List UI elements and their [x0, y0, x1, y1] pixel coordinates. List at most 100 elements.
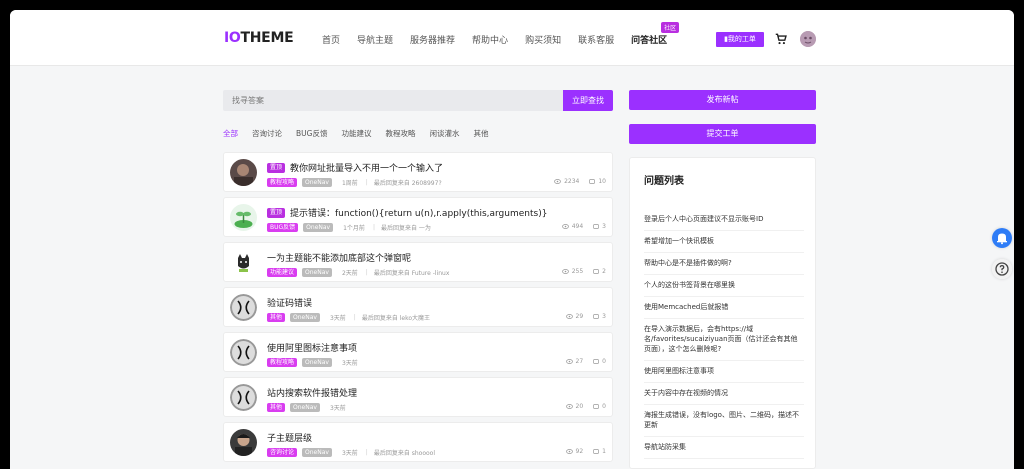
help-float-button[interactable] — [992, 259, 1012, 279]
avatar — [230, 159, 257, 186]
avatar — [230, 429, 257, 456]
post-card[interactable]: 置顶 教你网址批量导入不用一个一个输入了 教程攻略 OneNav 1周前 | 最… — [223, 152, 613, 192]
my-tickets-label: 我的工单 — [727, 35, 756, 43]
logo-io-text: IO — [224, 30, 241, 46]
meta-divider: | — [372, 224, 375, 231]
question-link[interactable]: 导航站防采集 — [644, 437, 804, 459]
eye-icon — [554, 179, 561, 184]
platform-tag[interactable]: OneNav — [290, 313, 320, 322]
platform-tag[interactable]: OneNav — [290, 403, 320, 412]
post-title[interactable]: 站内搜索软件报错处理 — [267, 386, 357, 399]
nav-item-help[interactable]: 帮助中心 — [472, 33, 508, 46]
eye-icon — [565, 359, 573, 364]
last-reply: 最后回复来自 Future -linux — [373, 270, 450, 277]
post-time: 3天前 — [341, 360, 358, 367]
platform-tag[interactable]: OneNav — [302, 448, 332, 457]
post-list: 置顶 教你网址批量导入不用一个一个输入了 教程攻略 OneNav 1周前 | 最… — [223, 152, 613, 467]
platform-tag[interactable]: OneNav — [302, 178, 332, 187]
tab-other[interactable]: 其他 — [473, 128, 488, 139]
post-title[interactable]: 教你网址批量导入不用一个一个输入了 — [290, 161, 443, 174]
post-title[interactable]: 子主题层级 — [267, 431, 312, 444]
site-logo[interactable]: IOTHEME — [224, 30, 294, 46]
post-title[interactable]: 一为主题能不能添加底部这个弹窗呢 — [267, 251, 411, 264]
platform-tag[interactable]: OneNav — [302, 358, 332, 367]
avatar — [230, 339, 257, 366]
cart-icon[interactable] — [774, 32, 788, 46]
tab-tutorial[interactable]: 教程攻略 — [385, 128, 415, 139]
search-input[interactable] — [223, 90, 563, 111]
site-header: IOTHEME 首页 导航主题 服务器推荐 帮助中心 购买须知 联系客服 问答社… — [10, 10, 1014, 66]
eye-icon — [561, 269, 569, 274]
post-title[interactable]: 提示错误：function(){return u(n),r.apply(this… — [290, 206, 547, 219]
tab-all[interactable]: 全部 — [223, 128, 238, 139]
nav-item-servers[interactable]: 服务器推荐 — [410, 33, 455, 46]
post-card[interactable]: 验证码错误 其他 OneNav 3天前 | 最后回复来自 leko大魔王 29 … — [223, 287, 613, 327]
last-reply: 最后回复来自 2608997? — [373, 180, 442, 187]
comment-icon — [593, 448, 600, 454]
nav-item-purchase[interactable]: 购买须知 — [525, 33, 561, 46]
nav-item-nav-theme[interactable]: 导航主题 — [357, 33, 393, 46]
post-time: 1个月前 — [343, 225, 365, 232]
meta-divider: | — [365, 179, 368, 186]
question-link[interactable]: 关于内容中存在视频的情况 — [644, 383, 804, 405]
post-card[interactable]: 一为主题能不能添加底部这个弹窗呢 功能建议 OneNav 2天前 | 最后回复来… — [223, 242, 613, 282]
nav-item-community[interactable]: 问答社区 社区 — [631, 22, 680, 46]
tab-discussion[interactable]: 咨询讨论 — [252, 128, 282, 139]
post-title[interactable]: 使用阿里图标注意事项 — [267, 341, 357, 354]
avatar — [230, 294, 257, 321]
main-nav: 首页 导航主题 服务器推荐 帮助中心 购买须知 联系客服 问答社区 社区 — [322, 22, 684, 46]
question-list-panel: 问题列表 登录后个人中心页面建议不显示账号ID 希望增加一个快讯模板 帮助中心是… — [629, 157, 816, 469]
post-title[interactable]: 验证码错误 — [267, 296, 312, 309]
post-time: 3天前 — [341, 450, 358, 457]
platform-tag[interactable]: OneNav — [302, 268, 332, 277]
category-tag[interactable]: 教程攻略 — [267, 178, 298, 187]
nav-item-support[interactable]: 联系客服 — [578, 33, 614, 46]
meta-divider: | — [365, 449, 368, 456]
category-tag[interactable]: 教程攻略 — [267, 358, 298, 367]
post-card[interactable]: 站内搜索软件报错处理 其他 OneNav 3天前 20 0 — [223, 377, 613, 417]
nav-item-home[interactable]: 首页 — [322, 33, 340, 46]
category-tag[interactable]: 其他 — [267, 403, 286, 412]
view-count: 29 — [575, 313, 584, 320]
tab-bug[interactable]: BUG反馈 — [296, 128, 327, 139]
question-link[interactable]: 登录后个人中心页面建议不显示账号ID — [644, 209, 804, 231]
category-tag[interactable]: 咨询讨论 — [267, 448, 298, 457]
platform-tag[interactable]: OneNav — [303, 223, 334, 232]
question-link[interactable]: 海报生成错误，没有logo、图片、二维码，描述不更新 — [644, 405, 804, 437]
comment-count: 3 — [602, 223, 606, 230]
post-card[interactable]: 置顶 提示错误：function(){return u(n),r.apply(t… — [223, 197, 613, 237]
question-link[interactable]: 使用Memcached后就报错 — [644, 297, 804, 319]
question-link[interactable]: 个人的这份书签背景在哪里换 — [644, 275, 804, 297]
new-post-button[interactable]: 发布新帖 — [629, 90, 816, 110]
meta-divider: | — [353, 314, 356, 321]
submit-ticket-button[interactable]: 提交工单 — [629, 124, 816, 144]
user-avatar[interactable] — [800, 31, 816, 47]
last-reply: 最后回复来自 一为 — [380, 225, 431, 232]
community-badge: 社区 — [661, 22, 680, 33]
notification-float-button[interactable] — [992, 228, 1012, 248]
question-link[interactable]: 在导入演示数据后，会有https://域名/favorites/sucaiziy… — [644, 319, 804, 361]
avatar — [230, 384, 257, 411]
tab-chat[interactable]: 闲谈灌水 — [429, 128, 459, 139]
comment-icon — [593, 223, 600, 229]
view-count: 2234 — [564, 178, 580, 185]
bell-icon — [992, 228, 1012, 248]
category-tag[interactable]: 其他 — [267, 313, 286, 322]
view-count: 255 — [571, 268, 584, 275]
logo-theme-text: THEME — [240, 30, 294, 46]
question-link[interactable]: 希望增加一个快讯模板 — [644, 231, 804, 253]
question-link[interactable]: 使用阿里图标注意事项 — [644, 361, 804, 383]
post-card[interactable]: 子主题层级 咨询讨论 OneNav 3天前 | 最后回复来自 shooool 9… — [223, 422, 613, 462]
comment-icon — [593, 313, 600, 319]
question-list: 登录后个人中心页面建议不显示账号ID 希望增加一个快讯模板 帮助中心是不是插件做… — [644, 209, 804, 459]
post-time: 2天前 — [341, 270, 358, 277]
comment-icon — [589, 178, 596, 184]
tab-feature[interactable]: 功能建议 — [341, 128, 371, 139]
category-tag[interactable]: 功能建议 — [267, 268, 298, 277]
comment-count: 2 — [602, 268, 606, 275]
my-tickets-button[interactable]: ▮我的工单 — [716, 32, 764, 47]
post-card[interactable]: 使用阿里图标注意事项 教程攻略 OneNav 3天前 27 0 — [223, 332, 613, 372]
category-tag[interactable]: BUG反馈 — [267, 223, 299, 232]
question-link[interactable]: 帮助中心是不是插件做的啊? — [644, 253, 804, 275]
search-button[interactable]: 立即查找 — [563, 90, 613, 111]
